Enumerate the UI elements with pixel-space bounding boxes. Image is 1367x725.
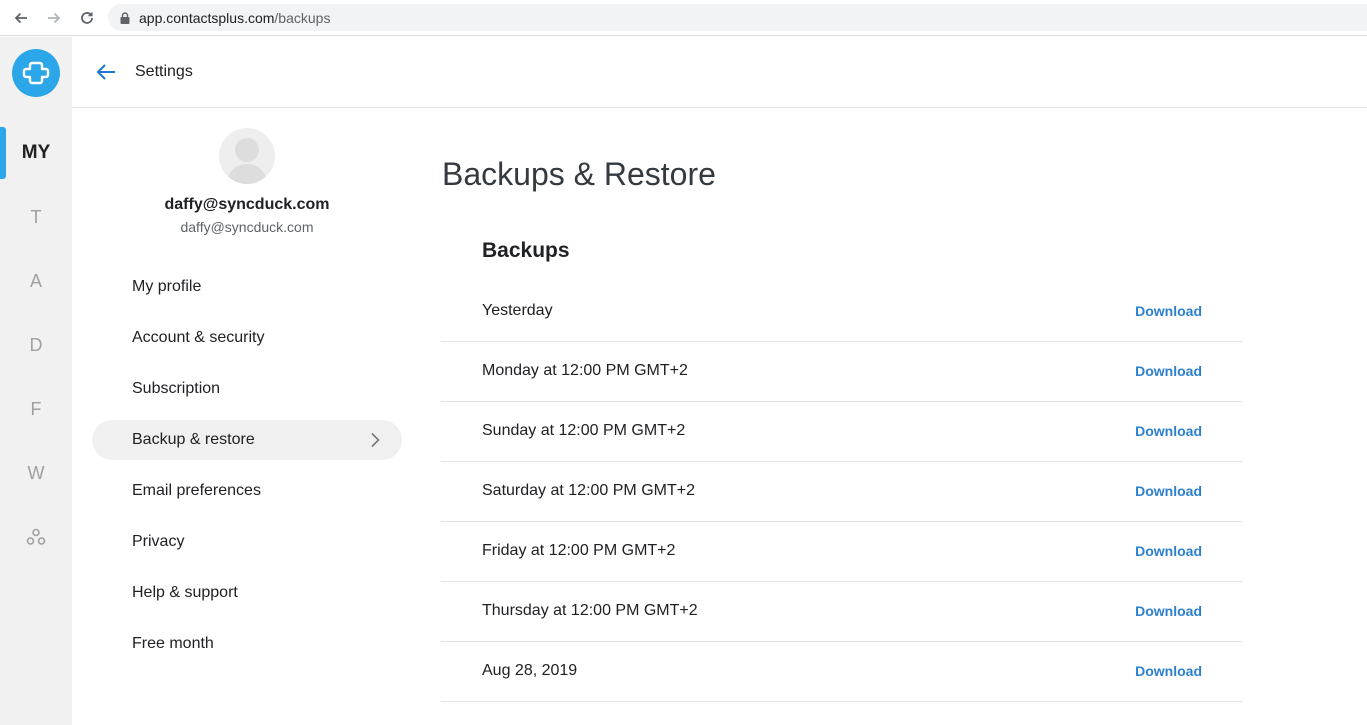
menu-item-my-profile[interactable]: My profile <box>92 267 402 307</box>
arrow-left-icon <box>14 12 27 24</box>
backup-date: Monday at 12:00 PM GMT+2 <box>482 362 688 379</box>
user-name: daffy@syncduck.com <box>164 196 330 213</box>
download-link[interactable]: Download <box>1135 603 1202 619</box>
left-rail: MY T A D F W <box>0 37 72 725</box>
download-link[interactable]: Download <box>1135 303 1202 319</box>
backup-row: Sunday at 12:00 PM GMT+2 Download <box>441 402 1242 462</box>
download-link[interactable]: Download <box>1135 363 1202 379</box>
contacts-plus-logo-icon <box>22 61 50 85</box>
menu-item-email-preferences[interactable]: Email preferences <box>92 471 402 511</box>
rail-item-d[interactable]: D <box>0 319 72 371</box>
backup-row: Saturday at 12:00 PM GMT+2 Download <box>441 462 1242 522</box>
menu-item-backup-restore[interactable]: Backup & restore <box>92 420 402 460</box>
rail-item-a[interactable]: A <box>0 255 72 307</box>
backup-row: Monday at 12:00 PM GMT+2 Download <box>441 342 1242 402</box>
backup-row: Aug 28, 2019 Download <box>441 642 1242 702</box>
header-title: Settings <box>135 63 193 80</box>
arrow-left-icon <box>96 64 115 80</box>
reload-icon <box>81 11 93 24</box>
menu-item-help-support[interactable]: Help & support <box>92 573 402 613</box>
rail-item-f[interactable]: F <box>0 383 72 435</box>
lock-icon <box>120 11 130 24</box>
settings-header: Settings <box>72 37 1367 108</box>
groups-icon <box>26 528 46 545</box>
menu-item-subscription[interactable]: Subscription <box>92 369 402 409</box>
browser-back-button[interactable] <box>10 7 32 29</box>
backup-date: Friday at 12:00 PM GMT+2 <box>482 542 676 559</box>
rail-item-w[interactable]: W <box>0 447 72 499</box>
rail-item-groups[interactable] <box>0 511 72 563</box>
menu-item-label: Backup & restore <box>132 431 255 448</box>
backup-date: Yesterday <box>482 302 553 319</box>
backup-row: Thursday at 12:00 PM GMT+2 Download <box>441 582 1242 642</box>
menu-item-account-security[interactable]: Account & security <box>92 318 402 358</box>
download-link[interactable]: Download <box>1135 663 1202 679</box>
browser-toolbar: app.contactsplus.com/backups <box>0 0 1367 36</box>
url-text: app.contactsplus.com/backups <box>139 10 330 26</box>
section-title-backups: Backups <box>482 239 570 262</box>
user-silhouette-icon <box>227 138 267 184</box>
arrow-right-icon <box>48 12 61 24</box>
backup-row: Yesterday Download <box>441 282 1242 342</box>
back-button[interactable] <box>94 61 118 83</box>
download-link[interactable]: Download <box>1135 543 1202 559</box>
backup-date: Thursday at 12:00 PM GMT+2 <box>482 602 698 619</box>
rail-item-t[interactable]: T <box>0 191 72 243</box>
chevron-right-icon <box>371 432 380 448</box>
app-logo[interactable] <box>12 49 60 97</box>
url-host: app.contactsplus.com <box>139 9 275 26</box>
backup-row: Friday at 12:00 PM GMT+2 Download <box>441 522 1242 582</box>
rail-item-my[interactable]: MY <box>0 127 72 179</box>
url-path: /backups <box>274 9 331 26</box>
menu-item-free-month[interactable]: Free month <box>92 624 402 664</box>
download-link[interactable]: Download <box>1135 483 1202 499</box>
download-link[interactable]: Download <box>1135 423 1202 439</box>
browser-reload-button[interactable] <box>76 7 98 29</box>
avatar <box>219 128 275 184</box>
backup-date: Sunday at 12:00 PM GMT+2 <box>482 422 686 439</box>
browser-forward-button[interactable] <box>43 7 65 29</box>
menu-item-privacy[interactable]: Privacy <box>92 522 402 562</box>
backup-date: Saturday at 12:00 PM GMT+2 <box>482 482 695 499</box>
address-bar[interactable]: app.contactsplus.com/backups <box>108 4 1367 31</box>
page-title: Backups & Restore <box>442 156 716 192</box>
backup-date: Aug 28, 2019 <box>482 662 578 679</box>
user-email: daffy@syncduck.com <box>180 219 314 235</box>
